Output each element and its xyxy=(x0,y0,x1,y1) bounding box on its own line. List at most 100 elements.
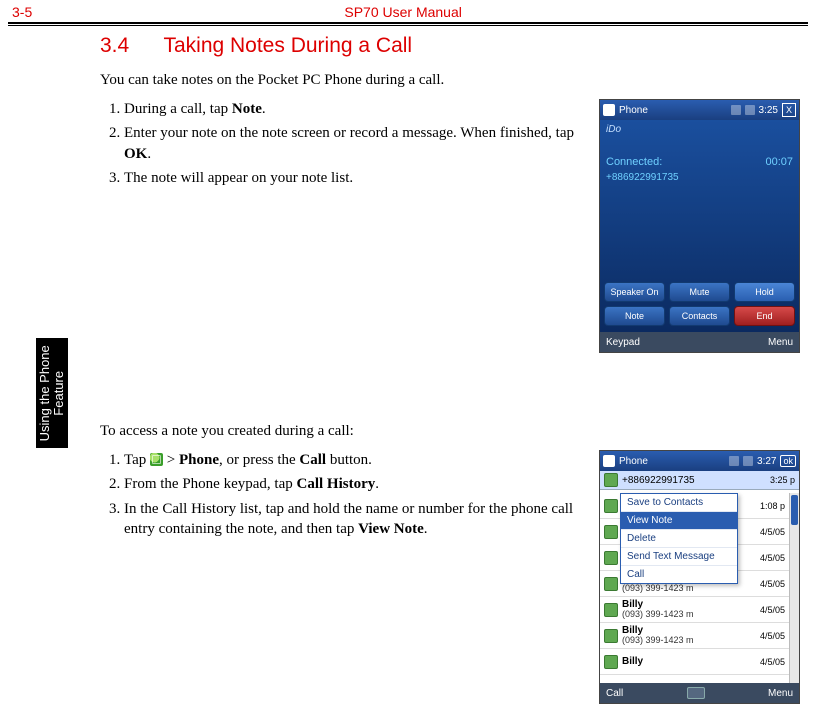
content-area: 3.4 Taking Notes During a Call You can t… xyxy=(100,34,800,704)
contact-name: Billy xyxy=(622,656,756,667)
call-icon xyxy=(604,629,618,643)
softkey-right[interactable]: Menu xyxy=(768,337,793,348)
context-menu-item[interactable]: Delete xyxy=(621,530,737,548)
step-1: During a call, tap Note. xyxy=(124,99,585,119)
call-date: 1:08 p xyxy=(760,501,785,511)
history-info: Billy(093) 399-1423 m xyxy=(622,599,756,620)
context-menu-item[interactable]: Send Text Message xyxy=(621,548,737,566)
call-icon xyxy=(604,551,618,565)
context-menu-item[interactable]: Call xyxy=(621,566,737,583)
context-menu[interactable]: Save to ContactsView NoteDeleteSend Text… xyxy=(620,493,738,584)
call-date: 4/5/05 xyxy=(760,605,785,615)
contact-phone: (093) 399-1423 m xyxy=(622,584,756,594)
end-button[interactable]: End xyxy=(734,306,795,326)
step-bold: View Note xyxy=(358,521,424,537)
start-icon[interactable] xyxy=(603,455,615,467)
scrollbar-thumb[interactable] xyxy=(791,495,798,525)
connected-label: Connected: xyxy=(606,156,662,168)
call-history-body: +886922991735 3:25 p 1:08 p4/5/05(0911) … xyxy=(600,471,799,683)
history-row[interactable]: Billy 4/5/05 xyxy=(600,649,789,675)
call-date: 4/5/05 xyxy=(760,579,785,589)
context-menu-item[interactable]: View Note xyxy=(621,512,737,530)
clock: 3:27 xyxy=(757,456,776,467)
section-heading: 3.4 Taking Notes During a Call xyxy=(100,34,800,58)
call-screen: iDo Connected: 00:07 +886922991735 Speak… xyxy=(600,120,799,332)
step-3: The note will appear on your note list. xyxy=(124,168,585,188)
step-text: During a call, tap xyxy=(124,101,232,117)
call-date: 4/5/05 xyxy=(760,631,785,641)
close-icon[interactable]: X xyxy=(782,103,796,117)
titlebar: Phone 3:25 X xyxy=(600,100,799,120)
signal-icon xyxy=(729,456,739,466)
call-duration: 00:07 xyxy=(765,156,793,168)
step: In the Call History list, tap and hold t… xyxy=(124,499,585,540)
screenshot-call-history: Phone 3:27 ok +886922991735 3:25 p 1:08 … xyxy=(599,450,800,704)
page-number: 3-5 xyxy=(12,4,32,20)
call-date: 4/5/05 xyxy=(760,527,785,537)
contact-phone: (093) 399-1423 m xyxy=(622,610,756,620)
history-info: Billy(093) 399-1423 m xyxy=(622,625,756,646)
entry-number: +886922991735 xyxy=(622,475,766,486)
page-header: 3-5 SP70 User Manual xyxy=(0,0,816,22)
hold-button[interactable]: Hold xyxy=(734,282,795,302)
keyboard-icon[interactable] xyxy=(687,687,705,699)
app-title: Phone xyxy=(619,456,725,467)
selected-entry[interactable]: +886922991735 3:25 p xyxy=(600,471,799,490)
history-info: Billy xyxy=(622,656,756,667)
header-rule xyxy=(8,22,808,24)
call-icon xyxy=(604,577,618,591)
call-date: 4/5/05 xyxy=(760,657,785,667)
app-title: Phone xyxy=(619,105,727,116)
step: Tap > Phone, or press the Call button. xyxy=(124,450,585,470)
call-icon xyxy=(604,603,618,617)
step-2: Enter your note on the note screen or re… xyxy=(124,123,585,164)
volume-icon xyxy=(745,105,755,115)
step-text: Enter your note on the note screen or re… xyxy=(124,125,574,141)
section-title-text: Taking Notes During a Call xyxy=(163,34,412,57)
softkey-left[interactable]: Keypad xyxy=(606,337,640,348)
contacts-button[interactable]: Contacts xyxy=(669,306,730,326)
start-icon[interactable] xyxy=(603,104,615,116)
history-row[interactable]: Billy(093) 399-1423 m 4/5/05 xyxy=(600,623,789,649)
step-bold: Note xyxy=(232,101,262,117)
softkey-bar: Keypad Menu xyxy=(600,332,799,352)
call-out-icon xyxy=(604,473,618,487)
history-row[interactable]: Billy(093) 399-1423 m 4/5/05 xyxy=(600,597,789,623)
intro-text-1: You can take notes on the Pocket PC Phon… xyxy=(100,72,800,89)
context-menu-item[interactable]: Save to Contacts xyxy=(621,494,737,512)
softkey-left[interactable]: Call xyxy=(606,688,623,699)
speaker-on-button[interactable]: Speaker On xyxy=(604,282,665,302)
steps-list-1: During a call, tap Note. Enter your note… xyxy=(100,99,585,188)
step-text: . xyxy=(262,101,266,117)
screenshot-phone-call: Phone 3:25 X iDo Connected: 00:07 +88692… xyxy=(599,99,800,353)
ok-button[interactable]: ok xyxy=(780,455,796,467)
call-icon xyxy=(604,655,618,669)
step-bold: OK xyxy=(124,146,147,162)
step-text: The note will appear on your note list. xyxy=(124,170,353,186)
softkey-right[interactable]: Menu xyxy=(768,688,793,699)
intro-text-2: To access a note you created during a ca… xyxy=(100,423,800,440)
entry-time: 3:25 p xyxy=(770,475,795,485)
signal-icon xyxy=(731,105,741,115)
mute-button[interactable]: Mute xyxy=(669,282,730,302)
softkey-bar: Call Menu xyxy=(600,683,799,703)
steps-list-2: Tap > Phone, or press the Call button. Fr… xyxy=(100,450,585,539)
call-date: 4/5/05 xyxy=(760,553,785,563)
volume-icon xyxy=(743,456,753,466)
step-bold: Call xyxy=(299,452,326,468)
step-bold: Call History xyxy=(296,476,375,492)
side-tab-chapter: Using the PhoneFeature xyxy=(36,338,68,448)
note-button[interactable]: Note xyxy=(604,306,665,326)
side-tab-label: Using the PhoneFeature xyxy=(38,345,67,441)
step-bold: Phone xyxy=(179,452,219,468)
manual-title: SP70 User Manual xyxy=(344,4,462,20)
dialed-number: +886922991735 xyxy=(606,172,679,183)
call-icon xyxy=(604,499,618,513)
contact-phone: (093) 399-1423 m xyxy=(622,636,756,646)
step: From the Phone keypad, tap Call History. xyxy=(124,474,585,494)
carrier-text: iDo xyxy=(606,124,621,135)
scrollbar[interactable] xyxy=(789,493,799,683)
clock: 3:25 xyxy=(759,105,778,116)
step-text: . xyxy=(147,146,151,162)
start-menu-icon xyxy=(150,453,163,466)
